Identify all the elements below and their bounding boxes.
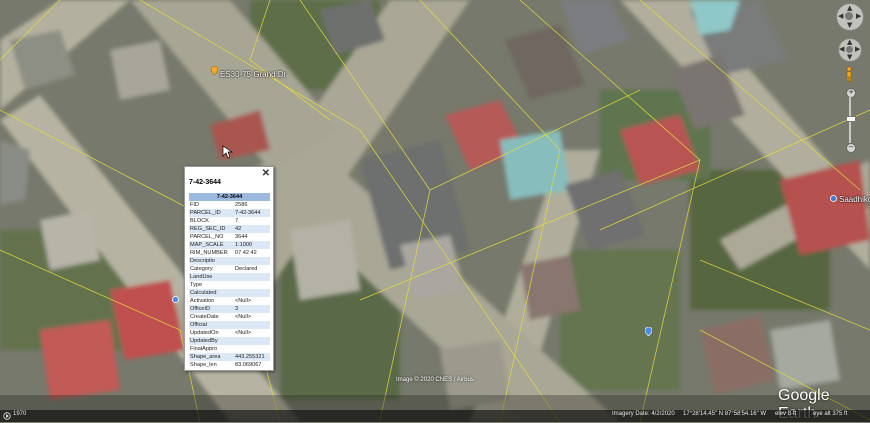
attribute-table: 7-42-3644 FID 2586 PARCEL_ID 7-42-3644 BLOCK… (189, 193, 270, 369)
zoom-thumb[interactable] (846, 116, 856, 122)
zoom-out-icon[interactable]: − (846, 143, 856, 153)
attribute-key: OfficeID (189, 305, 234, 313)
attribute-value: 443.255321 (234, 353, 270, 361)
table-row: Descriptio (189, 257, 270, 265)
zoom-in-icon[interactable]: + (846, 88, 856, 98)
satellite-map[interactable] (0, 0, 870, 422)
attribute-key: FinalAppro (190, 346, 218, 352)
coordinates-readout: 17°28'14.45" N 87°58'54.16" W (683, 411, 767, 417)
attribute-key: FID (190, 202, 200, 208)
attribute-key: Category (190, 266, 213, 272)
attribute-key: BLOCK (190, 218, 209, 224)
attribute-key: Shape_len (190, 362, 217, 368)
attribute-key: Activation (190, 298, 215, 304)
table-row: UpdatedBy (189, 337, 270, 345)
table-row: Category Declared (189, 265, 270, 273)
attribute-value: 2586 (235, 202, 248, 208)
attribute-value: <Null> (235, 330, 252, 336)
table-row: CreateDate <Null> (189, 313, 270, 321)
place-label[interactable]: ES30-75 Grand Dr (220, 70, 286, 79)
attribute-value: 07 42 42 (235, 250, 257, 256)
attribute-key: RIM_NUMBER (190, 250, 228, 256)
attribute-value: 1:1000 (234, 241, 270, 249)
table-row: Official (189, 321, 270, 329)
attribute-key: Shape_area (189, 353, 234, 361)
balloon-title: 7-42-3644 (189, 179, 221, 186)
attribute-key: Official (189, 321, 234, 329)
table-row: UpdatedOn <Null> (189, 329, 270, 337)
attribute-value (234, 345, 270, 353)
eye-alt-readout: eye alt 375 ft (813, 411, 848, 417)
attribute-value (234, 257, 270, 265)
close-icon[interactable]: ✕ (262, 168, 270, 179)
attribute-key: PARCEL_NO (190, 234, 224, 240)
tour-icon[interactable] (3, 412, 11, 420)
attribute-value: 83.069067 (235, 362, 262, 368)
pegman-icon[interactable] (845, 66, 853, 82)
table-row: PARCEL_ID 7-42-3644 (189, 209, 270, 217)
attribute-value: 3644 (235, 234, 248, 240)
attribute-value: 7 (235, 218, 239, 224)
attribute-key: REG_SEC_ID (189, 225, 234, 233)
table-row: PARCEL_NO 3644 (189, 233, 270, 241)
hand-cursor-icon (222, 145, 234, 159)
table-row: Type (189, 281, 270, 289)
table-row: Shape_len 83.069067 (189, 361, 270, 369)
imagery-credit: Image © 2020 CNES / Airbus (396, 377, 474, 383)
look-around-icon[interactable]: ▲ ▼ ◀ ▶ (836, 3, 864, 31)
table-row: BLOCK 7 (189, 217, 270, 225)
attribute-value (234, 337, 270, 345)
attribute-key: Calculated (189, 289, 234, 297)
attribute-value: Declared (235, 266, 258, 272)
location-pin-icon[interactable] (645, 327, 652, 336)
attribute-value: 7-42-3644 (234, 209, 270, 217)
table-row: REG_SEC_ID 42 (189, 225, 270, 233)
status-bar: 1970 Imagery Date: 4/2/2020 17°28'14.45"… (0, 410, 870, 422)
attribute-key: LandUse (189, 273, 234, 281)
move-icon[interactable]: ▲ ▼ ◀ ▶ (838, 38, 862, 62)
location-pin-icon[interactable] (830, 195, 837, 204)
attribute-value: 42 (234, 225, 270, 233)
attribute-key: PARCEL_ID (189, 209, 234, 217)
table-row: FID 2586 (189, 201, 270, 209)
attribute-key: MAP_SCALE (189, 241, 234, 249)
table-row: Shape_area 443.255321 (189, 353, 270, 361)
table-row: Activation <Null> (189, 297, 270, 305)
attribute-value: 3 (234, 305, 270, 313)
status-left-text: 1970 (13, 411, 27, 417)
table-row: MAP_SCALE 1:1000 (189, 241, 270, 249)
attribute-key: UpdatedBy (189, 337, 234, 345)
attribute-key: UpdatedOn (190, 330, 219, 336)
attribute-value: <Null> (235, 298, 252, 304)
attribute-value (234, 273, 270, 281)
attribute-key: Descriptio (189, 257, 234, 265)
place-label[interactable]: Saadhikoe Stree (839, 195, 870, 204)
table-row: FinalAppro (189, 345, 270, 353)
attribute-key: Type (190, 282, 203, 288)
imagery-date: Imagery Date: 4/2/2020 (612, 411, 675, 417)
info-balloon: 7-42-3644 ✕ 7-42-3644 FID 2586 PARCEL_ID 7-… (184, 166, 274, 371)
location-pin-icon[interactable] (172, 296, 179, 305)
attribute-value (234, 321, 270, 329)
attribute-value: <Null> (235, 314, 252, 320)
place-pin-icon[interactable] (211, 66, 218, 75)
table-row: Calculated (189, 289, 270, 297)
table-row: RIM_NUMBER 07 42 42 (189, 249, 270, 257)
attribute-value (234, 281, 270, 289)
zoom-slider[interactable]: + − (846, 88, 856, 153)
table-header: 7-42-3644 (189, 193, 270, 201)
attribute-key: CreateDate (190, 314, 219, 320)
table-row: OfficeID 3 (189, 305, 270, 313)
elevation-readout: elev 8 ft (775, 411, 797, 417)
table-row: LandUse (189, 273, 270, 281)
attribute-value (234, 289, 270, 297)
